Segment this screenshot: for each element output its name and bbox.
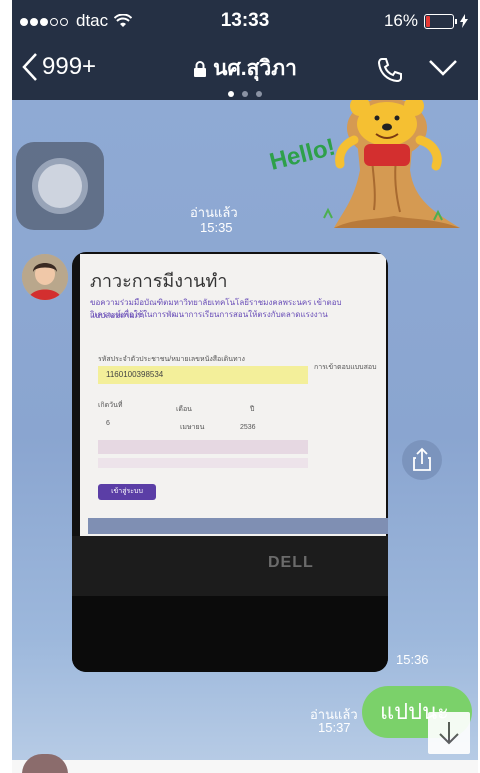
photo-id-label: รหัสประจำตัวประชาชน/หมายเลขหนังสือเดินทา… [98,356,245,363]
share-icon [413,447,431,471]
photo-day-value: 6 [106,420,110,427]
photo-year-label: ปี [250,406,255,413]
photo-laptop-screen: ภาวะการมีงานทำ ขอความร่วมมือบัณฑิตมหาวิท… [80,254,388,536]
photo-id-field: 1160100398534 [98,366,308,384]
photo-keyboard [72,596,388,672]
message-time: 15:37 [318,720,351,735]
photo-month-value: เมษายน [180,424,205,431]
chat-title-text: นศ.สุวิภา [213,57,297,80]
photo-message[interactable]: ภาวะการมีงานทำ ขอความร่วมมือบัณฑิตมหาวิท… [72,252,388,672]
arrow-down-icon [439,722,459,745]
next-message-avatar [22,754,68,773]
photo-page-title: ภาวะการมีงานทำ [90,271,228,291]
photo-intro-line: วิเคราะห์เพื่อใช้ในการพัฒนาการเรียนการสอ… [90,310,328,319]
scroll-to-bottom-button[interactable] [428,712,470,754]
share-button[interactable] [402,440,442,480]
chat-screen: dtac 13:33 16% 999+ นศ.สุวิภา อ่านแล้ว 1… [12,0,478,773]
phone-icon[interactable] [376,56,404,84]
lock-icon [194,61,207,78]
chevron-down-icon[interactable] [428,58,458,78]
pooh-hello-sticker[interactable]: Hello! [264,100,470,228]
photo-start-button: เข้าสู่ระบบ [98,484,156,500]
chat-title[interactable]: นศ.สุวิภา [12,52,478,85]
battery-percent: 16% [383,11,418,30]
photo-brand-logo: DELL [268,554,314,571]
battery-icon [424,13,457,29]
photo-laptop-bezel [72,536,388,596]
charging-bolt-icon [460,14,468,28]
photo-steps-label: การเข้าตอบแบบสอบ [314,364,377,371]
message-time: 15:35 [200,220,233,235]
sticker-hello-text: Hello! [267,133,338,175]
assistive-touch-button[interactable] [16,142,104,230]
photo-year-value: 2536 [240,424,256,431]
photo-taskbar [88,518,388,534]
message-time: 15:36 [396,652,429,667]
photo-month-label: เดือน [176,406,192,413]
person-avatar-image [22,254,68,300]
chat-area[interactable]: อ่านแล้ว 15:35 Hello! ภาวะการมีงานทำ ขอค… [12,100,478,773]
chat-header: 999+ นศ.สุวิภา [12,44,478,100]
photo-day-label: เกิดวันที่ [98,402,123,409]
input-bar-edge [12,760,478,773]
sender-avatar[interactable] [22,254,68,300]
status-bar: dtac 13:33 16% [12,0,478,44]
